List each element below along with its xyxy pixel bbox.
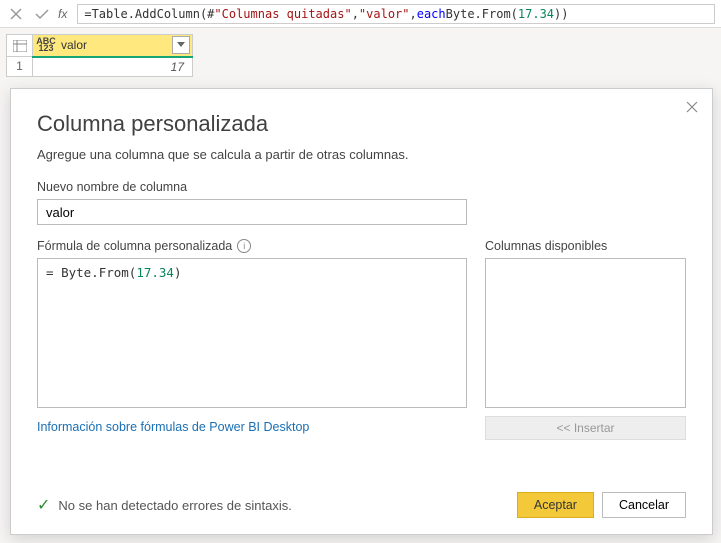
learn-more-link[interactable]: Información sobre fórmulas de Power BI D… <box>37 420 309 434</box>
formula-token: (# <box>200 7 214 21</box>
formula-label: Fórmula de columna personalizada i <box>37 239 467 253</box>
fx-icon[interactable]: fx <box>58 7 67 21</box>
syntax-status-text: No se han detectado errores de sintaxis. <box>58 498 291 513</box>
data-grid[interactable]: ABC 123 valor 1 17 <box>6 34 193 77</box>
formula-token: "valor" <box>359 7 410 21</box>
available-columns-label: Columnas disponibles <box>485 239 686 253</box>
column-filter-dropdown[interactable] <box>172 36 190 54</box>
formula-token: = <box>84 7 91 21</box>
syntax-status: ✓ No se han detectado errores de sintaxi… <box>37 495 292 515</box>
check-icon: ✓ <box>37 495 50 515</box>
formula-token: 17.34 <box>518 7 554 21</box>
available-columns-list[interactable] <box>485 258 686 408</box>
info-icon[interactable]: i <box>237 239 251 253</box>
formula-token: Byte.From <box>446 7 511 21</box>
new-column-name-input[interactable] <box>37 199 467 225</box>
table-corner-icon[interactable] <box>7 35 33 57</box>
insert-column-button: << Insertar <box>485 416 686 440</box>
cancel-button[interactable]: Cancelar <box>602 492 686 518</box>
formula-token: Byte.From <box>61 265 129 280</box>
table-row[interactable]: 1 17 <box>7 57 193 77</box>
formula-token: , <box>410 7 417 21</box>
dialog-subtitle: Agregue una columna que se calcula a par… <box>37 147 686 162</box>
formula-token: = <box>46 265 61 280</box>
formula-token: "Columnas quitadas" <box>214 7 351 21</box>
column-header[interactable]: ABC 123 valor <box>33 35 193 57</box>
datatype-123: 123 <box>38 45 53 52</box>
ok-button[interactable]: Aceptar <box>517 492 594 518</box>
close-icon[interactable] <box>682 97 702 117</box>
formula-token: ) <box>174 265 182 280</box>
cancel-formula-icon[interactable] <box>6 4 26 24</box>
custom-column-dialog: Columna personalizada Agregue una column… <box>10 88 713 535</box>
formula-bar: fx = Table.AddColumn (# "Columnas quitad… <box>0 0 721 28</box>
data-grid-area: ABC 123 valor 1 17 <box>0 28 721 77</box>
formula-label-text: Fórmula de columna personalizada <box>37 239 232 253</box>
cell-value[interactable]: 17 <box>33 57 193 77</box>
formula-token: 17.34 <box>136 265 174 280</box>
row-number: 1 <box>7 57 33 77</box>
formula-token: , <box>352 7 359 21</box>
column-header-name: valor <box>59 38 172 52</box>
formula-token: each <box>417 7 446 21</box>
dialog-title: Columna personalizada <box>37 111 686 137</box>
datatype-icon[interactable]: ABC 123 <box>33 35 59 56</box>
new-column-name-label: Nuevo nombre de columna <box>37 180 686 194</box>
formula-token: ( <box>511 7 518 21</box>
formula-token: )) <box>554 7 568 21</box>
custom-formula-input[interactable]: = Byte.From(17.34) <box>37 258 467 408</box>
dialog-footer: ✓ No se han detectado errores de sintaxi… <box>37 492 686 518</box>
formula-token: Table.AddColumn <box>92 7 200 21</box>
confirm-formula-icon[interactable] <box>32 4 52 24</box>
formula-bar-input[interactable]: = Table.AddColumn (# "Columnas quitadas"… <box>77 4 715 24</box>
